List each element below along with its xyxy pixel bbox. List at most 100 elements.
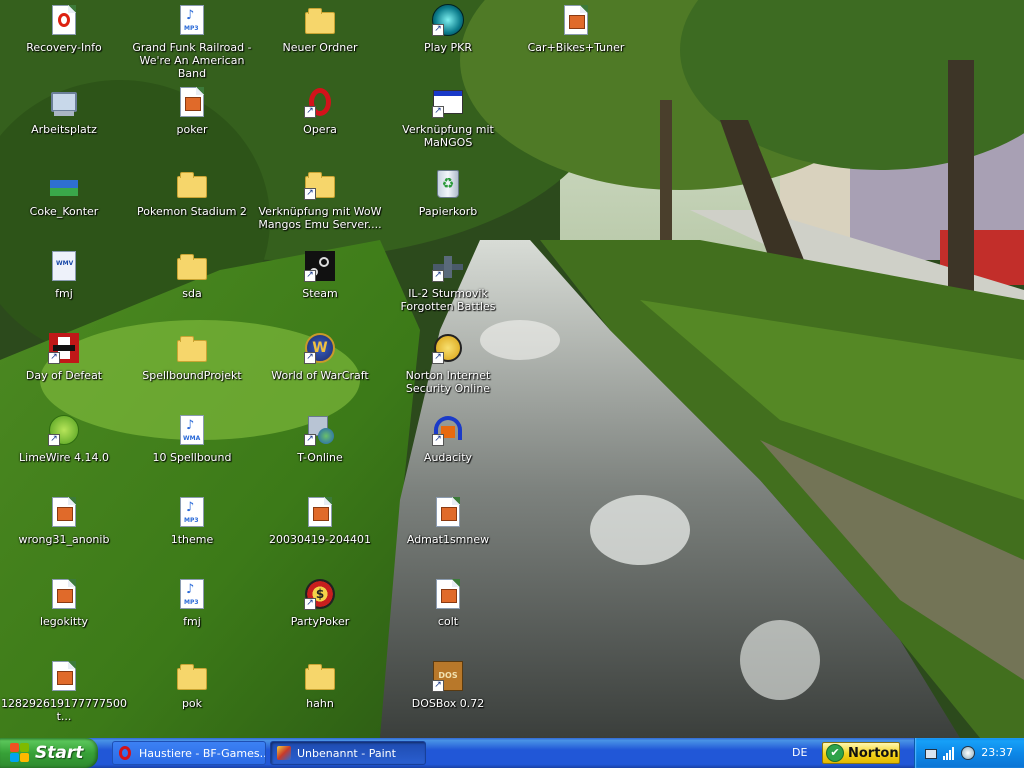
shortcut-arrow-icon: ↗ — [304, 598, 316, 610]
il2-sturmovik-icon: ↗ — [432, 250, 464, 282]
icon-label: Car+Bikes+Tuner — [527, 41, 625, 54]
desktop-icon-day-of-defeat[interactable]: ↗ Day of Defeat — [0, 330, 128, 412]
desktop-icon-car-bikes-tuner[interactable]: Car+Bikes+Tuner — [512, 2, 640, 84]
desktop-icon-norton-internet-security[interactable]: ↗ Norton Internet Security Online — [384, 330, 512, 412]
desktop-icon-limewire[interactable]: ↗ LimeWire 4.14.0 — [0, 412, 128, 494]
desktop-icon-colt[interactable]: colt — [384, 576, 512, 658]
desktop-icon-neuer-ordner[interactable]: Neuer Ordner — [256, 2, 384, 84]
pkr-icon: ↗ — [432, 4, 464, 36]
desktop-icon-pokemon-stadium-2[interactable]: Pokemon Stadium 2 — [128, 166, 256, 248]
taskbar-button-opera[interactable]: Haustiere - BF-Games.... — [112, 741, 266, 765]
desktop-icon-mangos-shortcut[interactable]: ↗ Verknüpfung mit MaNGOS — [384, 84, 512, 166]
desktop-icon-arbeitsplatz[interactable]: Arbeitsplatz — [0, 84, 128, 166]
icon-label: pok — [181, 697, 203, 710]
start-label: Start — [35, 743, 84, 763]
desktop-icon-dosbox[interactable]: DOS ↗ DOSBox 0.72 — [384, 658, 512, 740]
icon-label: Play PKR — [424, 41, 472, 54]
icon-label: PartyPoker — [290, 615, 350, 628]
desktop-icon-recovery-info[interactable]: Recovery-Info — [0, 2, 128, 84]
shortcut-arrow-icon: ↗ — [432, 352, 444, 364]
limewire-icon: ↗ — [48, 414, 80, 446]
desktop-icon-grand-funk-railroad[interactable]: ♪ MP3 Grand Funk Railroad - We're An Amer… — [128, 2, 256, 84]
icon-label: Norton Internet Security Online — [405, 369, 491, 395]
icon-label: Steam — [302, 287, 338, 300]
norton-globe-icon: ↗ — [432, 332, 464, 364]
desktop-icon-opera[interactable]: ↗ Opera — [256, 84, 384, 166]
desktop-icon-fmj-mp3[interactable]: ♪ MP3 fmj — [128, 576, 256, 658]
desktop-icon-play-pkr[interactable]: ↗ Play PKR — [384, 2, 512, 84]
signal-strength-icon[interactable] — [943, 746, 957, 760]
desktop-icon-spellboundprojekt[interactable]: SpellboundProjekt — [128, 330, 256, 412]
desktop-icon-pok[interactable]: pok — [128, 658, 256, 740]
icon-label: 10 Spellbound — [152, 451, 232, 464]
icon-label: Recovery-Info — [26, 41, 102, 54]
paint-icon — [277, 746, 291, 760]
shortcut-arrow-icon: ↗ — [432, 24, 444, 36]
desktop-icon-1theme[interactable]: ♪ MP3 1theme — [128, 494, 256, 576]
image-file-icon — [560, 4, 592, 36]
icon-label: sda — [182, 287, 202, 300]
shortcut-arrow-icon: ↗ — [304, 434, 316, 446]
icon-label: poker — [176, 123, 208, 136]
winrar-archive-icon — [48, 168, 80, 200]
shortcut-arrow-icon: ↗ — [432, 106, 444, 118]
desktop-icon-steam[interactable]: ↗ Steam — [256, 248, 384, 330]
icon-label: 1theme — [170, 533, 214, 546]
shortcut-arrow-icon: ↗ — [304, 188, 316, 200]
icon-label: Grand Funk Railroad - We're An American … — [132, 41, 252, 80]
mp3-file-icon: ♪ MP3 — [176, 578, 208, 610]
desktop-icon-10-spellbound[interactable]: ♪ WMA 10 Spellbound — [128, 412, 256, 494]
audacity-icon: ↗ — [432, 414, 464, 446]
icon-label: SpellboundProjekt — [142, 369, 242, 382]
desktop-icon-papierkorb[interactable]: ♻ Papierkorb — [384, 166, 512, 248]
folder-icon — [176, 168, 208, 200]
taskbar-button-paint[interactable]: Unbenannt - Paint — [270, 741, 426, 765]
icon-label: Day of Defeat — [25, 369, 103, 382]
icon-label: legokitty — [39, 615, 89, 628]
volume-icon[interactable] — [961, 746, 975, 760]
norton-label: Norton — [848, 745, 899, 761]
task-label: Unbenannt - Paint — [297, 746, 396, 760]
desktop-icon-poker[interactable]: poker — [128, 84, 256, 166]
clock[interactable]: 23:37 — [981, 746, 1013, 759]
desktop-icon-audacity[interactable]: ↗ Audacity — [384, 412, 512, 494]
steam-icon: ↗ — [304, 250, 336, 282]
desktop-icon-t-online[interactable]: ↗ T-Online — [256, 412, 384, 494]
windows-logo-icon — [10, 743, 30, 763]
desktop-icon-wow-mangos-emu-server[interactable]: ↗ Verknüpfung mit WoW Mangos Emu Server.… — [256, 166, 384, 248]
desktop-icon-hahn[interactable]: hahn — [256, 658, 384, 740]
desktop-icon-coke-konter[interactable]: Coke_Konter — [0, 166, 128, 248]
desktop-icon-20030419-204401[interactable]: 20030419-204401 — [256, 494, 384, 576]
task-label: Haustiere - BF-Games.... — [139, 746, 266, 760]
checkmark-icon: ✔ — [826, 744, 844, 762]
folder-icon — [176, 332, 208, 364]
shortcut-arrow-icon: ↗ — [432, 434, 444, 446]
taskbar: Start Haustiere - BF-Games.... Unbenannt… — [0, 738, 1024, 768]
image-file-icon — [48, 660, 80, 692]
desktop-icon-admat1smnew[interactable]: Admat1smnew — [384, 494, 512, 576]
desktop-icon-il2-sturmovik[interactable]: ↗ IL-2 Sturmovik Forgotten Battles — [384, 248, 512, 330]
opera-doc-icon — [48, 4, 80, 36]
dosbox-icon: DOS ↗ — [432, 660, 464, 692]
icon-label: Pokemon Stadium 2 — [137, 205, 247, 218]
desktop-icon-legokitty[interactable]: legokitty — [0, 576, 128, 658]
image-file-icon — [176, 86, 208, 118]
icon-label: T-Online — [297, 451, 343, 464]
folder-icon: ↗ — [304, 168, 336, 200]
start-button[interactable]: Start — [0, 738, 98, 768]
wma-file-icon: ♪ WMA — [176, 414, 208, 446]
language-indicator[interactable]: DE — [792, 746, 807, 759]
desktop-icon-partypoker[interactable]: $ ↗ PartyPoker — [256, 576, 384, 658]
norton-button[interactable]: ✔ Norton — [822, 742, 900, 764]
desktop-icon-128292619177777500t[interactable]: 128292619177777500t... — [0, 658, 128, 740]
desktop-icon-world-of-warcraft[interactable]: W ↗ World of WarCraft — [256, 330, 384, 412]
recycle-bin-icon: ♻ — [432, 168, 464, 200]
network-icon[interactable] — [925, 746, 939, 760]
desktop-icon-wrong31-anonib[interactable]: wrong31_anonib — [0, 494, 128, 576]
icon-label: Coke_Konter — [29, 205, 99, 218]
desktop-icon-sda[interactable]: sda — [128, 248, 256, 330]
desktop-icon-fmj-wmv[interactable]: WMV fmj — [0, 248, 128, 330]
icon-label: Verknüpfung mit WoW Mangos Emu Server...… — [258, 205, 382, 231]
desktop: Recovery-Info Arbeitsplatz Coke_Konter W… — [0, 0, 1024, 738]
shortcut-arrow-icon: ↗ — [304, 352, 316, 364]
